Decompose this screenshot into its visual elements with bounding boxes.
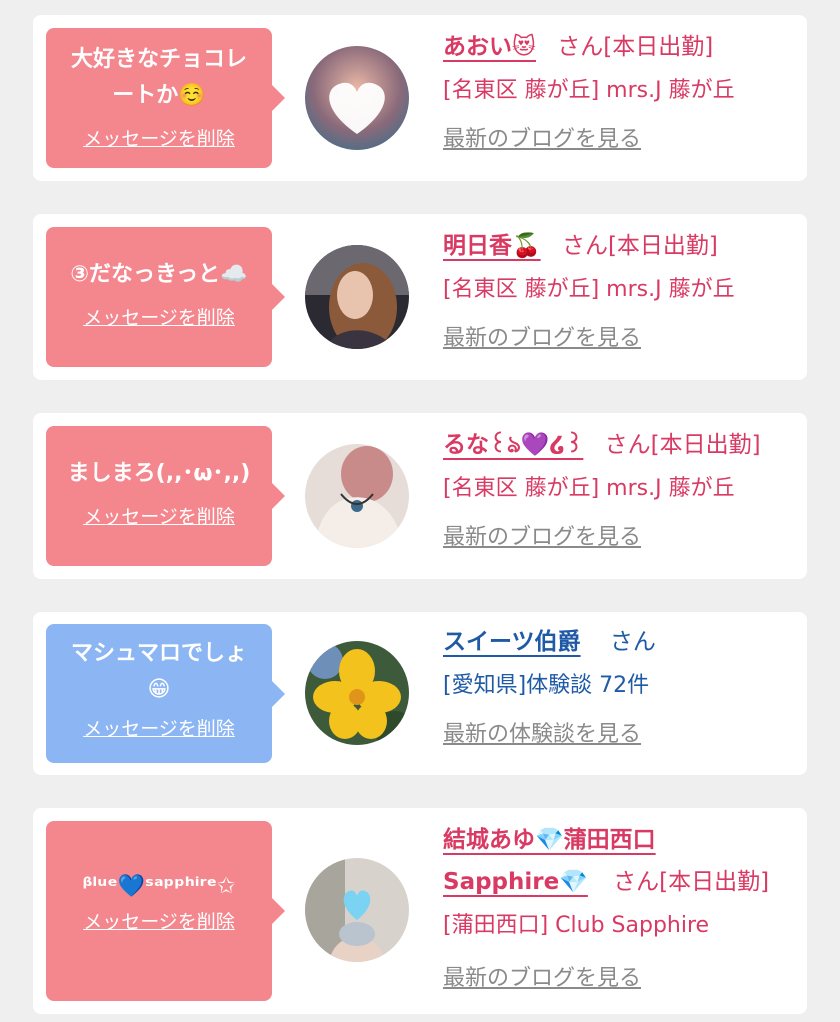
- message-card: ましまろ(,,･ω･,,) メッセージを削除 るな꒰ঌ💜໒꒱ さん[本日出勤] …: [33, 413, 807, 579]
- message-card: マシュマロでしょ 😁 メッセージを削除 スイーツ伯爵 さん [愛知県]体験談 7…: [33, 612, 807, 775]
- message-text: 大好きなチョコレ: [70, 47, 247, 72]
- message-card: 大好きなチョコレ ートか☺️ メッセージを削除 あおい😻 さん[本日出勤] [名…: [33, 15, 807, 181]
- name-line: るな꒰ঌ💜໒꒱ さん[本日出勤]: [443, 429, 799, 461]
- user-name-link[interactable]: スイーツ伯爵: [443, 629, 581, 655]
- message-bubble: マシュマロでしょ 😁 メッセージを削除: [46, 624, 285, 763]
- message-bubble: ましまろ(,,･ω･,,) メッセージを削除: [46, 426, 285, 566]
- message-text: ③だなっきっと☁️: [70, 262, 248, 287]
- user-name-link[interactable]: るな꒰ঌ💜໒꒱: [443, 432, 583, 458]
- name-line: Sapphire💎 さん[本日出勤]: [443, 866, 799, 898]
- avatar-flower-icon: [305, 641, 409, 745]
- user-info: スイーツ伯爵 さん [愛知県]体験談 72件 最新の体験談を見る: [443, 626, 799, 748]
- delete-message-link[interactable]: メッセージを削除: [54, 504, 264, 530]
- message-bubble: 大好きなチョコレ ートか☺️ メッセージを削除: [46, 28, 285, 168]
- name-line: スイーツ伯爵 さん: [443, 626, 799, 658]
- message-bubble: ᵝˡᵘᵉ💙ˢᵃᵖᵖʰⁱʳᵉ✩ メッセージを削除: [46, 821, 285, 1001]
- latest-review-link[interactable]: 最新の体験談を見る: [443, 716, 641, 748]
- user-name-link[interactable]: 結城あゆ💎蒲田西口: [443, 827, 656, 853]
- delete-message-link[interactable]: メッセージを削除: [54, 909, 264, 935]
- user-name-link[interactable]: 明日香🍒: [443, 233, 541, 259]
- message-card: ③だなっきっと☁️ メッセージを削除 明日香🍒 さん[本日出勤] [名東区 藤が…: [33, 214, 807, 380]
- latest-blog-link[interactable]: 最新のブログを見る: [443, 960, 641, 992]
- review-count: [愛知県]体験談 72件: [443, 673, 650, 698]
- avatar[interactable]: [305, 858, 409, 962]
- avatar-heart-blur-icon: [305, 858, 409, 962]
- message-card: ᵝˡᵘᵉ💙ˢᵃᵖᵖʰⁱʳᵉ✩ メッセージを削除 結城あゆ💎蒲田西口 Sapphi…: [33, 808, 807, 1014]
- avatar[interactable]: [305, 641, 409, 745]
- honorific-status: さん[本日出勤]: [557, 34, 714, 60]
- honorific-status: さん[本日出勤]: [604, 432, 761, 458]
- latest-blog-link[interactable]: 最新のブログを見る: [443, 121, 641, 153]
- message-text: マシュマロでしょ: [70, 641, 247, 666]
- message-text: ᵝˡᵘᵉ💙ˢᵃᵖᵖʰⁱʳᵉ✩: [82, 874, 236, 899]
- latest-blog-link[interactable]: 最新のブログを見る: [443, 519, 641, 551]
- message-text: ートか☺️: [112, 83, 206, 108]
- name-line: あおい😻 さん[本日出勤]: [443, 31, 799, 63]
- message-bubble: ③だなっきっと☁️ メッセージを削除: [46, 227, 285, 367]
- user-info: るな꒰ঌ💜໒꒱ さん[本日出勤] [名東区 藤が丘] mrs.J 藤が丘 最新の…: [443, 429, 799, 551]
- honorific-status: さん: [609, 629, 656, 655]
- delete-message-link[interactable]: メッセージを削除: [54, 126, 264, 152]
- user-info: 明日香🍒 さん[本日出勤] [名東区 藤が丘] mrs.J 藤が丘 最新のブログ…: [443, 230, 799, 352]
- user-info: あおい😻 さん[本日出勤] [名東区 藤が丘] mrs.J 藤が丘 最新のブログ…: [443, 31, 799, 153]
- user-name-link[interactable]: あおい😻: [443, 34, 536, 60]
- avatar-photo-icon: [305, 245, 409, 349]
- name-line: 明日香🍒 さん[本日出勤]: [443, 230, 799, 262]
- message-text: 😁: [147, 677, 171, 702]
- latest-blog-link[interactable]: 最新のブログを見る: [443, 320, 641, 352]
- honorific-status: さん[本日出勤]: [613, 869, 770, 895]
- avatar[interactable]: [305, 245, 409, 349]
- shop-location: [名東区 藤が丘] mrs.J 藤が丘: [443, 78, 735, 103]
- shop-location: [名東区 藤が丘] mrs.J 藤が丘: [443, 277, 735, 302]
- avatar-photo-icon: [305, 444, 409, 548]
- avatar[interactable]: [305, 46, 409, 150]
- delete-message-link[interactable]: メッセージを削除: [54, 305, 264, 331]
- message-list: 大好きなチョコレ ートか☺️ メッセージを削除 あおい😻 さん[本日出勤] [名…: [0, 0, 840, 1022]
- shop-location: [名東区 藤が丘] mrs.J 藤が丘: [443, 476, 735, 501]
- user-name-link[interactable]: Sapphire💎: [443, 869, 588, 895]
- name-line: 結城あゆ💎蒲田西口: [443, 824, 799, 856]
- avatar-heart-blur-icon: [305, 46, 409, 150]
- shop-location: [蒲田西口] Club Sapphire: [443, 913, 710, 938]
- message-text: ましまろ(,,･ω･,,): [67, 461, 251, 486]
- honorific-status: さん[本日出勤]: [561, 233, 718, 259]
- user-info: 結城あゆ💎蒲田西口 Sapphire💎 さん[本日出勤] [蒲田西口] Club…: [443, 824, 799, 992]
- delete-message-link[interactable]: メッセージを削除: [54, 716, 264, 742]
- avatar[interactable]: [305, 444, 409, 548]
